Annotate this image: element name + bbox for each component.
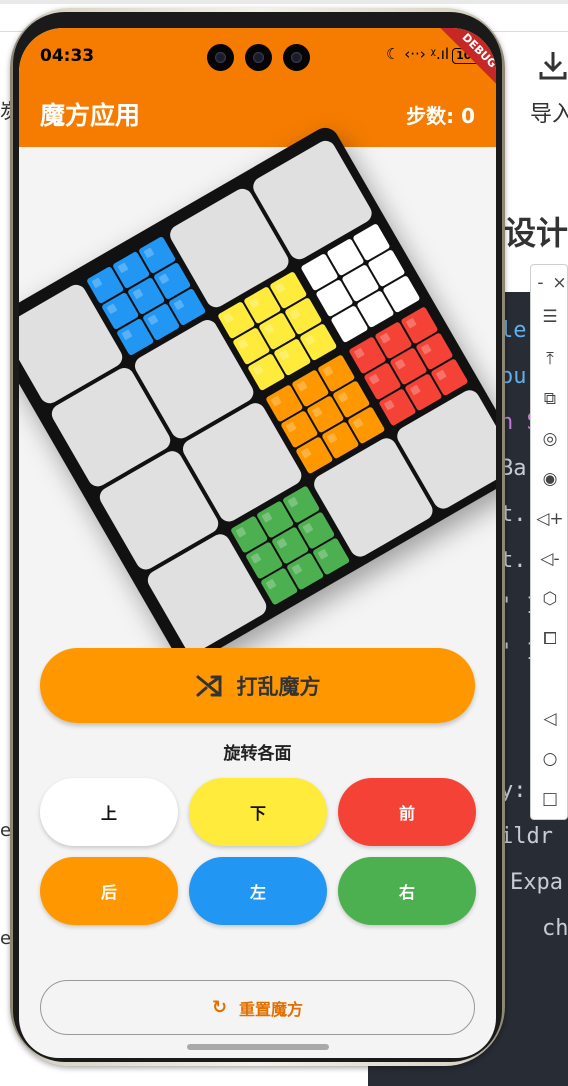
eraser-icon[interactable]: ⬡	[531, 581, 568, 617]
document-heading: 设计	[504, 214, 568, 252]
rotate-right-label: 右	[398, 883, 415, 902]
rotate-left-label: 左	[249, 883, 266, 902]
rotate-front-label: 前	[398, 804, 415, 823]
fold-icon[interactable]: ⧠	[531, 621, 568, 657]
phone-screen: 04:33 ☾ ‹··› ᵡ.ıl100 DEBUG 魔方应用 步数: 0 打乱…	[19, 28, 496, 1058]
crop-icon[interactable]: ⧉	[531, 381, 568, 417]
cube-net-board	[19, 122, 496, 670]
menu-icon[interactable]: ☰	[531, 299, 568, 335]
back-icon[interactable]: ◁	[531, 701, 568, 737]
rotate-icon[interactable]: ◎	[531, 421, 568, 457]
rotate-up-label: 上	[100, 804, 117, 823]
scramble-button[interactable]: 打乱魔方	[40, 648, 475, 723]
home-icon[interactable]: ○	[531, 741, 568, 777]
code-line: Expa	[510, 870, 563, 895]
rotate-right-button[interactable]: 右	[338, 857, 476, 925]
rotate-back-label: 后	[100, 883, 117, 902]
home-indicator	[187, 1044, 329, 1050]
rotate-left-button[interactable]: 左	[189, 857, 327, 925]
rotate-up-button[interactable]: 上	[40, 778, 178, 846]
download-icon[interactable]	[536, 48, 568, 82]
scramble-label: 打乱魔方	[236, 674, 321, 699]
pin-top-icon[interactable]: ⤒	[531, 341, 568, 377]
rotate-down-button[interactable]: 下	[189, 778, 327, 846]
shuffle-icon	[196, 675, 221, 696]
power-icon[interactable]: ◉	[531, 461, 568, 497]
app-bar: 04:33 ☾ ‹··› ᵡ.ıl100 DEBUG 魔方应用 步数: 0	[19, 28, 496, 147]
overview-icon[interactable]: □	[531, 781, 568, 817]
rotate-down-label: 下	[249, 804, 266, 823]
refresh-icon: ↻	[211, 997, 228, 1018]
status-indicators-icon: ☾ ‹··› ᵡ.ıl	[386, 45, 450, 63]
camera-icon	[245, 44, 272, 71]
camera-icon	[283, 44, 310, 71]
code-line: ch	[542, 916, 568, 941]
volume-down-icon[interactable]: ◁-	[531, 541, 568, 577]
desktop-screen: 炭 导入 设计 ec ec le ou n S Ba t. t. ' I ' I…	[0, 0, 568, 1086]
rotate-faces-title: 旋转各面	[223, 744, 292, 764]
camera-icon	[207, 44, 234, 71]
code-line: ildr	[500, 824, 553, 849]
rotate-back-button[interactable]: 后	[40, 857, 178, 925]
reset-label: 重置魔方	[239, 999, 304, 1019]
step-counter: 步数: 0	[406, 104, 475, 128]
rotate-front-button[interactable]: 前	[338, 778, 476, 846]
debug-banner: DEBUG	[428, 28, 496, 102]
reset-button[interactable]: ↻ 重置魔方	[40, 980, 475, 1035]
import-button-label[interactable]: 导入	[530, 96, 568, 128]
close-icon[interactable]: ×	[550, 265, 568, 301]
volume-up-icon[interactable]: ◁+	[531, 501, 568, 537]
emulator-side-toolbar: - × ☰ ⤒ ⧉ ◎ ◉ ◁+ ◁- ⬡ ⧠ ◁ ○ □	[530, 264, 568, 820]
app-title: 魔方应用	[40, 101, 141, 130]
minimize-icon[interactable]: -	[531, 265, 550, 301]
status-time: 04:33	[40, 46, 95, 66]
